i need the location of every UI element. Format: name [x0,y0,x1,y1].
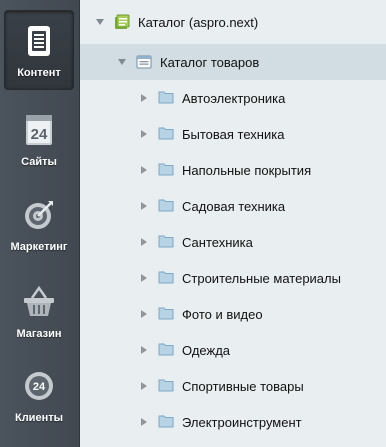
svg-text:24: 24 [31,126,48,143]
chevron-right-icon[interactable] [141,382,147,390]
chevron-down-icon[interactable] [118,59,126,65]
folder-icon [158,342,174,361]
sidebar-item-label: Маркетинг [10,241,68,253]
sidebar-item-label: Сайты [21,156,57,168]
tree-item-label: Напольные покрытия [182,163,312,178]
sidebar-item-shop[interactable]: Магазин [4,272,74,352]
tree-item-label: Автоэлектроника [182,91,286,106]
sidebar-item-marketing[interactable]: Маркетинг [4,185,74,265]
folder-icon [158,270,174,289]
tree-item[interactable]: Сантехника [80,224,386,260]
tree-item-label: Спортивные товары [182,379,304,394]
folder-icon [158,162,174,181]
tree-item[interactable]: Строительные материалы [80,260,386,296]
tree-item-label: Бытовая техника [182,127,285,142]
tree-section-node[interactable]: Каталог товаров [80,44,386,80]
chevron-right-icon[interactable] [141,238,147,246]
sidebar-item-label: Контент [17,67,61,79]
chevron-right-icon[interactable] [141,202,147,210]
tree-root-node[interactable]: Каталог (aspro.next) [80,4,386,40]
sidebar-item-label: Магазин [16,328,62,340]
chevron-right-icon[interactable] [141,166,147,174]
catalog-tree: Каталог (aspro.next) Каталог товаров Авт… [80,0,386,447]
chevron-right-icon[interactable] [141,130,147,138]
folder-icon [158,378,174,397]
tree-section-label: Каталог товаров [160,55,260,70]
sidebar-item-content[interactable]: Контент [4,10,74,90]
tree-item-label: Электроинструмент [182,415,302,430]
sidebar-item-sites[interactable]: 24 Сайты [4,100,74,180]
folder-icon [158,306,174,325]
tree-item-label: Фото и видео [182,307,263,322]
tree-item[interactable]: Одежда [80,332,386,368]
folder-icon [158,126,174,145]
folder-icon [158,90,174,109]
tree-item[interactable]: Спортивные товары [80,368,386,404]
tree-item[interactable]: Электроинструмент [80,404,386,440]
tree-item[interactable]: Бытовая техника [80,116,386,152]
tree-item[interactable]: Фото и видео [80,296,386,332]
tree-item[interactable]: Напольные покрытия [80,152,386,188]
folder-icon [158,414,174,433]
svg-text:24: 24 [33,381,46,393]
left-sidebar: Контент 24 Сайты Маркетинг Магазин 24 Кл… [0,0,80,447]
chevron-right-icon[interactable] [141,274,147,282]
tree-item[interactable]: Автоэлектроника [80,80,386,116]
tree-root-label: Каталог (aspro.next) [138,15,259,30]
chevron-right-icon[interactable] [141,94,147,102]
folder-icon [158,234,174,253]
chevron-right-icon[interactable] [141,346,147,354]
tree-item-label: Сантехника [182,235,253,250]
calendar-24-icon: 24 [21,112,57,148]
chevron-down-icon[interactable] [96,19,104,25]
document-icon [21,23,57,59]
tree-item-label: Одежда [182,343,231,358]
clients-24-icon: 24 [21,368,57,404]
chevron-right-icon[interactable] [141,418,147,426]
sidebar-item-clients[interactable]: 24 Клиенты [4,356,74,436]
tree-item-label: Строительные материалы [182,271,341,286]
target-icon [21,197,57,233]
catalog-module-icon [114,14,130,35]
tree-item[interactable]: Садовая техника [80,188,386,224]
basket-icon [21,284,57,320]
sidebar-item-label: Клиенты [14,412,63,424]
chevron-right-icon[interactable] [141,310,147,318]
infoblock-icon [136,54,152,75]
folder-icon [158,198,174,217]
tree-item-label: Садовая техника [182,199,286,214]
